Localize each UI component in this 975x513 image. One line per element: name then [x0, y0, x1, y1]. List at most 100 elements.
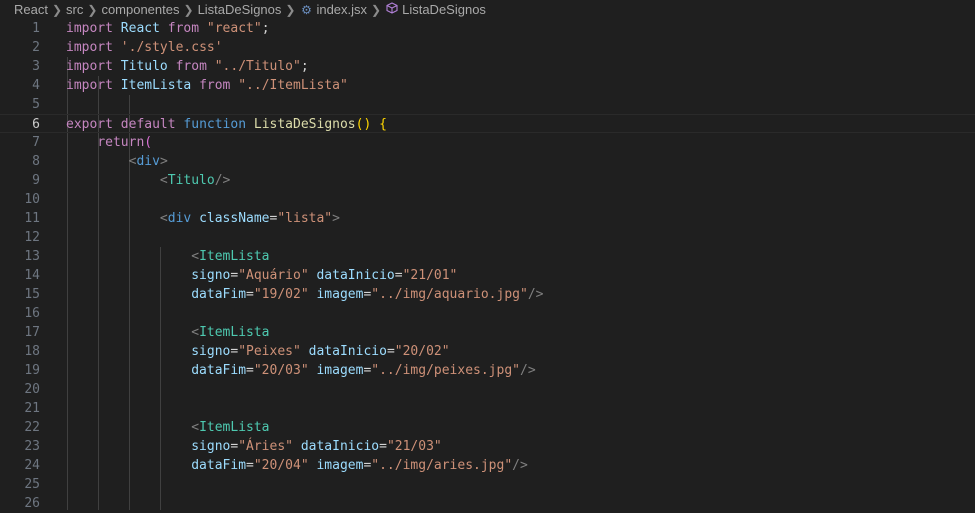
breadcrumb-item-react[interactable]: React [14, 2, 48, 17]
line-number: 23 [24, 439, 40, 454]
line-number: 9 [32, 173, 40, 188]
code-line[interactable]: 20 [0, 380, 975, 399]
code-token: "../img/peixes.jpg" [371, 363, 520, 378]
code-text: signo="Áries" dataInicio="21/03" [66, 437, 442, 456]
line-number: 25 [24, 477, 40, 492]
code-line[interactable]: 25 [0, 475, 975, 494]
code-token: export [66, 117, 113, 132]
code-line[interactable]: 5 [0, 95, 975, 114]
code-token: "Áries" [238, 439, 293, 454]
code-line[interactable]: 13 <ItemLista [0, 247, 975, 266]
code-line[interactable]: 3 import Titulo from "../Titulo"; [0, 57, 975, 76]
code-token: > [159, 154, 168, 169]
code-line[interactable]: 9 <Titulo/> [0, 171, 975, 190]
code-line[interactable]: 22 <ItemLista [0, 418, 975, 437]
code-token: < [159, 211, 168, 226]
line-number: 13 [24, 249, 40, 264]
code-line[interactable]: 2 import './style.css' [0, 38, 975, 57]
code-text: <ItemLista [66, 247, 270, 266]
code-line[interactable]: 12 [0, 228, 975, 247]
code-line[interactable]: 17 <ItemLista [0, 323, 975, 342]
code-text: import ItemLista from "../ItemLista" [66, 76, 348, 95]
code-text: export default function ListaDeSignos() … [66, 115, 387, 134]
code-token: "../img/aquario.jpg" [371, 287, 528, 302]
line-number: 18 [24, 344, 40, 359]
code-token: /> [512, 458, 528, 473]
code-token: "21/03" [386, 439, 442, 454]
code-line[interactable]: 4 import ItemLista from "../ItemLista" [0, 76, 975, 95]
code-text: import React from "react"; [66, 19, 270, 38]
code-editor[interactable]: 1 import React from "react"; 2 import './st… [0, 19, 975, 513]
code-line[interactable]: 1 import React from "react"; [0, 19, 975, 38]
code-text: dataFim="20/03" imagem="../img/peixes.jp… [66, 361, 535, 380]
breadcrumb-item-symbol[interactable]: ListaDeSignos [402, 2, 486, 17]
code-line[interactable]: 15 dataFim="19/02" imagem="../img/aquari… [0, 285, 975, 304]
code-token: ListaDeSignos [253, 117, 356, 132]
code-token: "Peixes" [238, 344, 301, 359]
code-token: < [159, 173, 168, 188]
code-line[interactable]: 11 <div className="lista"> [0, 209, 975, 228]
code-line[interactable]: 6 export default function ListaDeSignos()… [0, 114, 975, 133]
code-token: "21/01" [402, 268, 458, 283]
code-line[interactable]: 21 [0, 399, 975, 418]
code-token: dataInicio [300, 439, 380, 454]
code-token: ItemLista [199, 420, 270, 435]
breadcrumb-item-src[interactable]: src [66, 2, 83, 17]
code-token: = [246, 287, 254, 302]
code-token: return [97, 135, 145, 150]
breadcrumb-item-componentes[interactable]: componentes [101, 2, 179, 17]
code-line[interactable]: 19 dataFim="20/03" imagem="../img/peixes… [0, 361, 975, 380]
line-number: 3 [32, 59, 40, 74]
code-token: = [394, 268, 403, 283]
code-token: dataInicio [316, 268, 395, 283]
code-token: () [355, 117, 372, 132]
code-line[interactable]: 16 [0, 304, 975, 323]
cube-icon [385, 2, 399, 17]
code-line[interactable]: 10 [0, 190, 975, 209]
code-token: "20/04" [253, 458, 309, 473]
code-token: default [120, 117, 176, 132]
code-text: <ItemLista [66, 418, 270, 437]
breadcrumb-item-folder[interactable]: ListaDeSignos [198, 2, 282, 17]
code-token: signo [191, 268, 231, 283]
code-text: return( [66, 133, 152, 152]
code-line[interactable]: 8 <div> [0, 152, 975, 171]
code-token: /> [527, 287, 544, 302]
line-number: 14 [24, 268, 40, 283]
code-line[interactable]: 7 return( [0, 133, 975, 152]
gear-icon: ⚙ [301, 2, 312, 17]
code-token: import [66, 21, 113, 36]
code-line[interactable]: 23 signo="Áries" dataInicio="21/03" [0, 437, 975, 456]
code-line[interactable]: 24 dataFim="20/04" imagem="../img/aries.… [0, 456, 975, 475]
code-token: ItemLista [199, 249, 270, 264]
code-token: < [191, 325, 200, 340]
code-token: Titulo [120, 59, 168, 74]
code-token: "20/03" [253, 363, 309, 378]
code-token: dataFim [191, 287, 247, 302]
code-token: imagem [316, 458, 364, 473]
code-token: = [246, 458, 254, 473]
breadcrumb-item-file[interactable]: index.jsx [316, 2, 367, 17]
code-token: "20/02" [394, 344, 450, 359]
line-number: 26 [24, 496, 40, 511]
code-line[interactable]: 14 signo="Aquário" dataInicio="21/01" [0, 266, 975, 285]
code-line[interactable]: 18 signo="Peixes" dataInicio="20/02" [0, 342, 975, 361]
code-token: /> [214, 173, 231, 188]
code-token: signo [191, 344, 231, 359]
code-token: ItemLista [199, 325, 270, 340]
code-line[interactable]: 26 [0, 494, 975, 513]
line-number: 20 [24, 382, 40, 397]
code-token: { [379, 117, 387, 132]
